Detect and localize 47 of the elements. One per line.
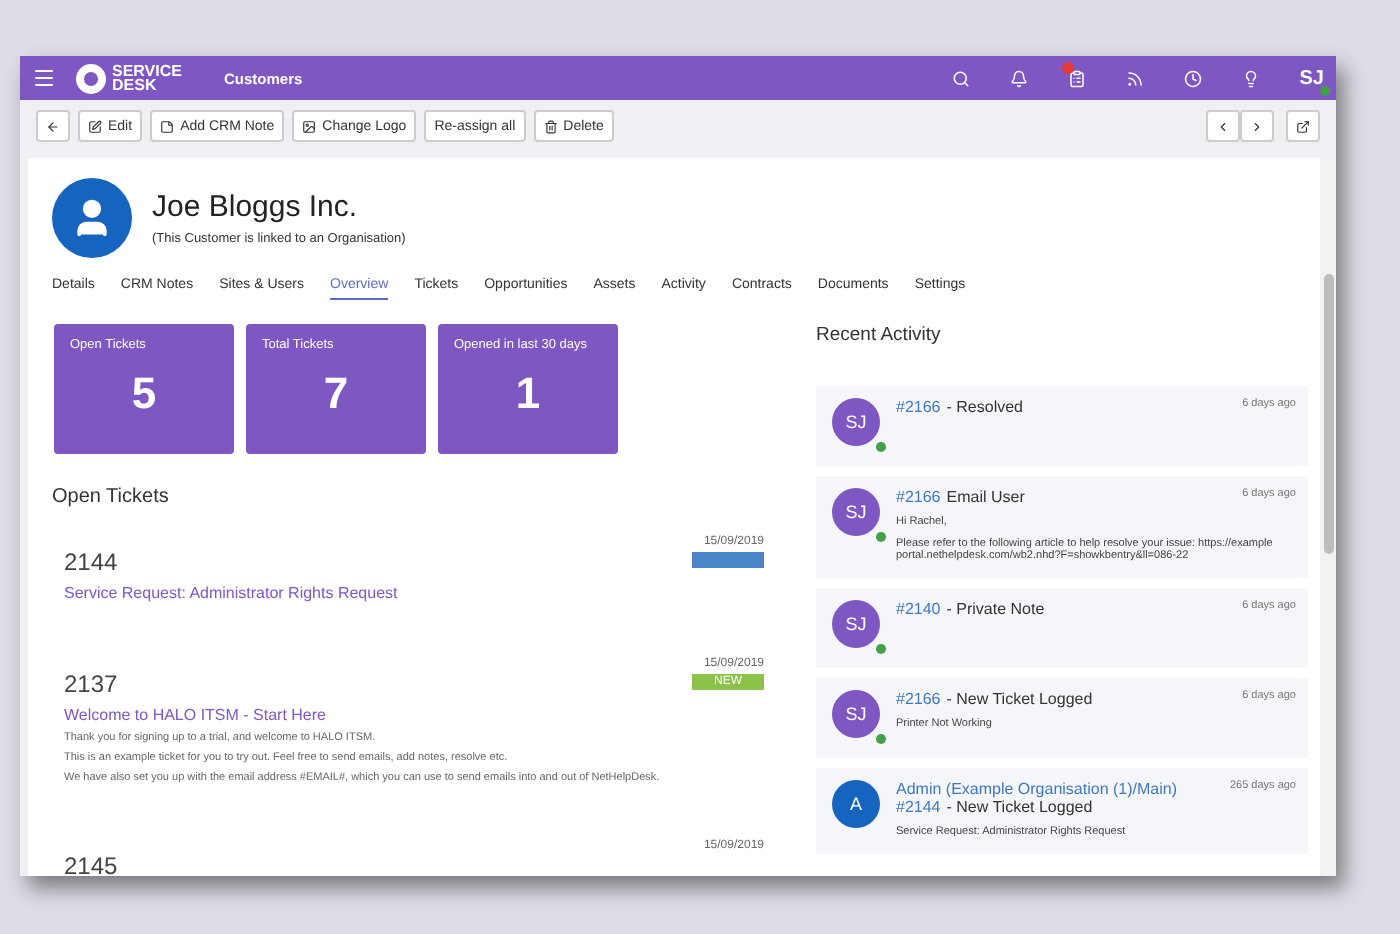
note-icon xyxy=(160,119,175,133)
stat-value: 1 xyxy=(513,368,543,420)
activity-title: - New Ticket Logged xyxy=(946,690,1093,708)
rss-icon[interactable] xyxy=(1125,69,1144,87)
ticket-link[interactable]: #2144 xyxy=(896,798,941,816)
ticket-number: 2145 xyxy=(64,852,118,876)
bell-icon[interactable] xyxy=(1009,69,1028,87)
ticket-link[interactable]: #2140 xyxy=(896,600,941,618)
ticket-number: 2144 xyxy=(64,548,118,576)
logo-ring-icon xyxy=(76,63,106,93)
user-avatar: SJ xyxy=(832,488,880,536)
external-link-icon xyxy=(1296,119,1310,133)
user-avatar: SJ xyxy=(832,398,880,446)
activity-title: - Private Note xyxy=(946,600,1045,618)
chevron-right-icon xyxy=(1250,119,1264,133)
clock-icon[interactable] xyxy=(1183,69,1202,87)
search-icon[interactable] xyxy=(951,69,970,87)
activity-title: Email User xyxy=(946,488,1025,506)
activity-title: - New Ticket Logged xyxy=(946,798,1093,816)
customer-name: Joe Bloggs Inc. xyxy=(152,190,360,224)
section-heading: Recent Activity xyxy=(816,324,943,346)
stat-value: 7 xyxy=(321,368,351,420)
menu-icon[interactable] xyxy=(32,66,56,90)
ticket-summary-link[interactable]: Service Request: Administrator Rights Request xyxy=(64,584,764,602)
user-avatar: SJ xyxy=(832,690,880,738)
back-button[interactable] xyxy=(36,110,70,142)
customer-avatar xyxy=(52,178,132,258)
activity-title: - Resolved xyxy=(946,398,1023,416)
trash-icon xyxy=(543,119,558,133)
back-arrow-icon xyxy=(46,119,60,133)
lightbulb-icon[interactable] xyxy=(1241,69,1260,87)
ticket-link[interactable]: #2166 xyxy=(896,488,941,506)
image-icon xyxy=(302,119,317,133)
logo-text: SERVICE DESK xyxy=(112,64,184,92)
agent-link[interactable]: Admin (Example Organisation (1)/Main) xyxy=(896,780,1177,798)
ticket-link[interactable]: #2166 xyxy=(896,690,941,708)
ticket-link[interactable]: #2166 xyxy=(896,398,941,416)
user-avatar: A xyxy=(832,780,880,828)
stat-value: 5 xyxy=(129,368,159,420)
user-initials[interactable]: SJ xyxy=(1299,67,1324,89)
pencil-icon xyxy=(88,119,102,133)
chevron-left-icon xyxy=(1216,119,1230,133)
open-external-button[interactable] xyxy=(1286,110,1320,142)
section-heading: Open Tickets xyxy=(52,486,171,508)
ticket-number: 2137 xyxy=(64,670,118,698)
user-avatar: SJ xyxy=(832,600,880,648)
ticket-summary-link[interactable]: Welcome to HALO ITSM - Start Here xyxy=(64,706,764,724)
